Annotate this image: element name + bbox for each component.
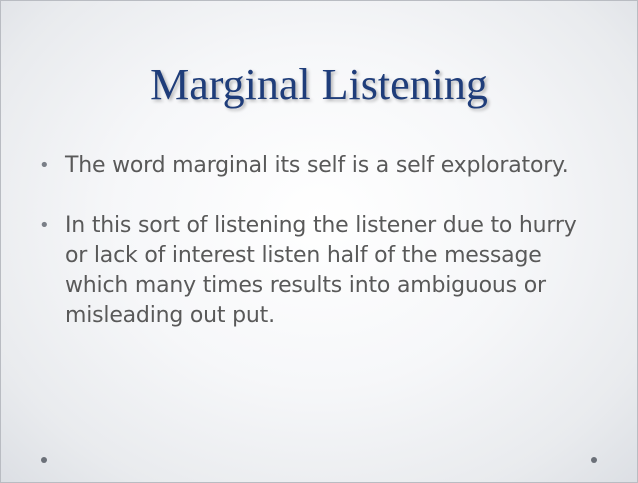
bullet-item: • In this sort of listening the listener… (39, 211, 599, 331)
bullet-text: The word marginal its self is a self exp… (65, 153, 569, 178)
bullet-item: • The word marginal its self is a self e… (39, 151, 599, 181)
bullet-dot-icon: • (39, 215, 50, 236)
slide: Marginal Listening • The word marginal i… (0, 0, 638, 483)
decorative-dot-icon (591, 457, 597, 463)
slide-title: Marginal Listening (150, 60, 488, 109)
bullet-dot-icon: • (39, 155, 50, 176)
decorative-dot-icon (41, 457, 47, 463)
bullet-list: • The word marginal its self is a self e… (39, 151, 599, 361)
bullet-text: In this sort of listening the listener d… (65, 213, 577, 328)
